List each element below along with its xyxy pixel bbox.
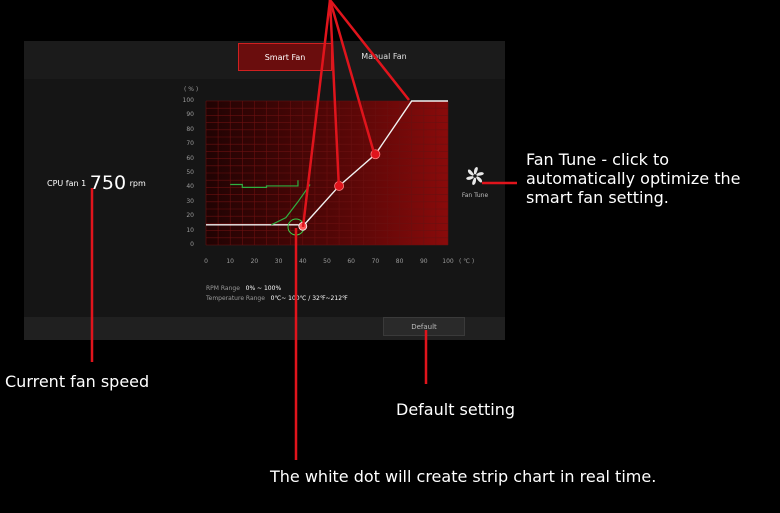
fan-curve-chart[interactable] — [205, 100, 449, 246]
overlay — [90, 0, 517, 460]
annotation-fan-tune: Fan Tune - click to automatically optimi… — [526, 150, 741, 207]
annotation-white-dot: The white dot will create strip chart in… — [270, 467, 657, 486]
annotation-default-setting: Default setting — [396, 400, 516, 419]
annotation-current-speed: Current fan speed — [5, 372, 150, 391]
chart-grid — [205, 100, 449, 246]
